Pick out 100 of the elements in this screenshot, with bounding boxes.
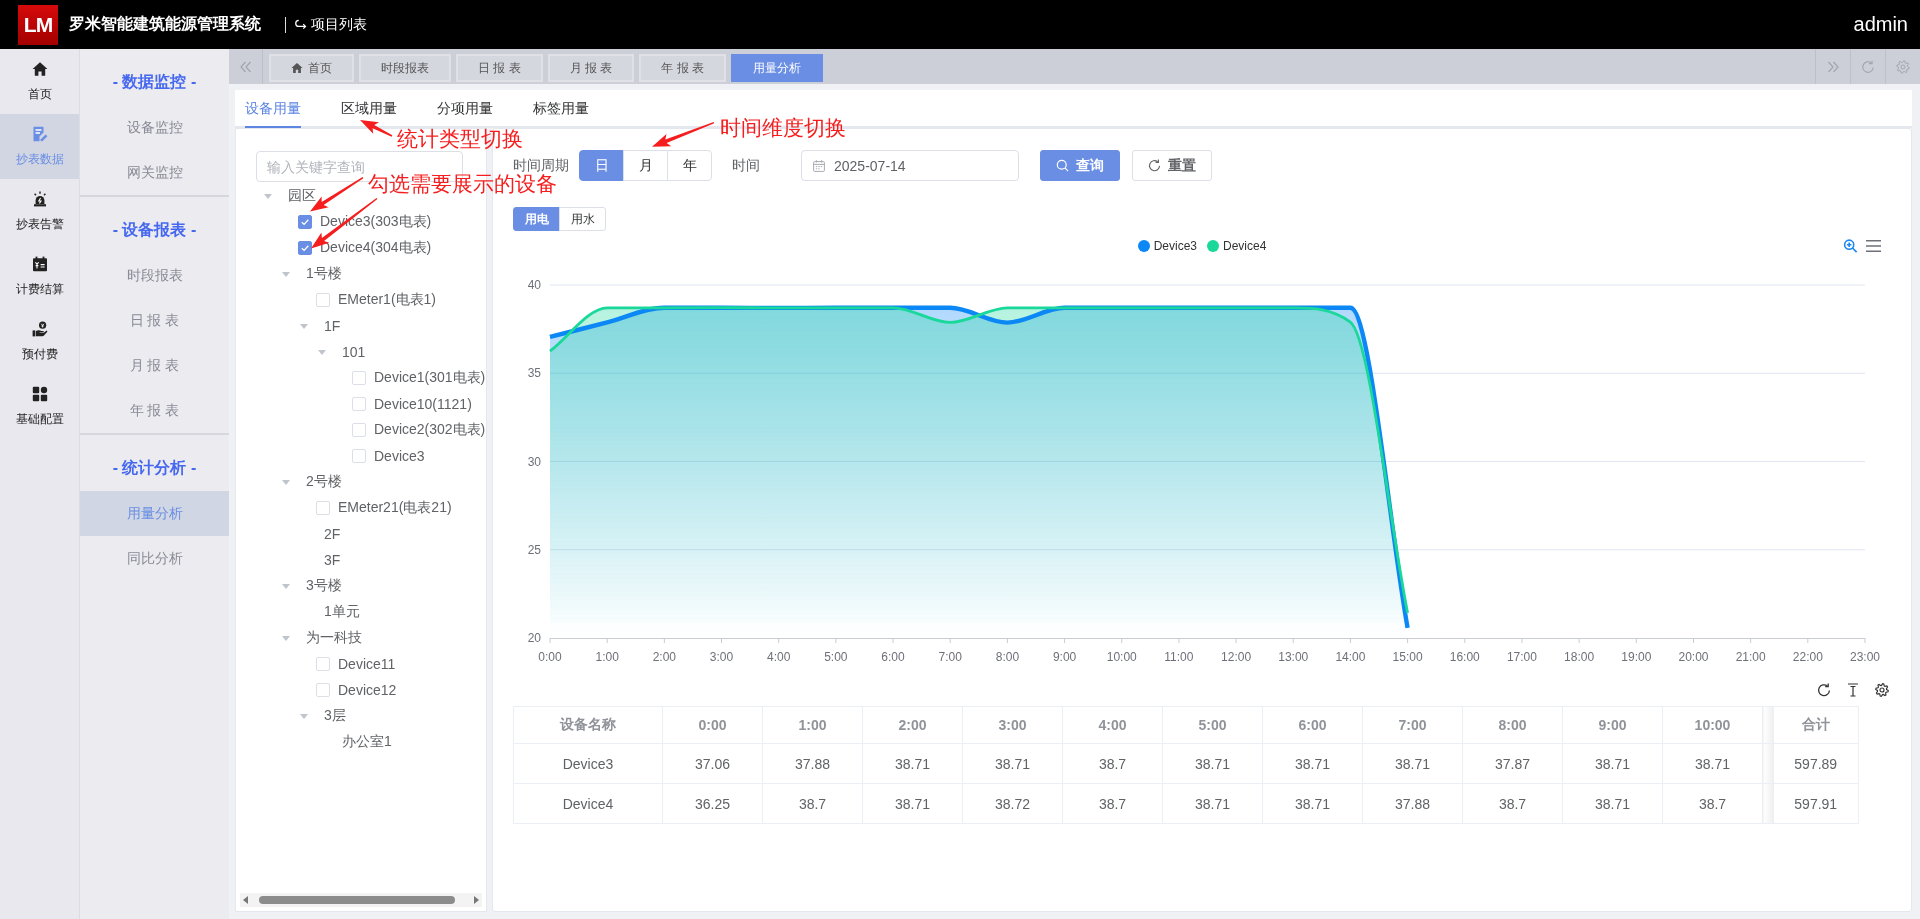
annotation-arrow [652, 122, 715, 147]
tree-node-label[interactable]: EMeter1(电表1) [338, 291, 437, 309]
settings-icon [1896, 59, 1910, 74]
period-option[interactable]: 年 [667, 150, 712, 181]
period-option[interactable]: 月 [623, 150, 668, 181]
axis-label: 16:00 [1449, 650, 1480, 664]
tree-node-label[interactable]: 2F [324, 526, 341, 542]
caret-icon[interactable] [300, 323, 308, 329]
caret-icon[interactable] [282, 271, 290, 277]
table-cell: 38.71 [1662, 743, 1763, 784]
tree-node-label[interactable]: 2号楼 [306, 473, 342, 491]
axis-label: 8:00 [995, 650, 1020, 664]
menu-icon[interactable] [1866, 239, 1881, 253]
logo: LM [18, 4, 58, 45]
nav-item[interactable]: 基础配置 [0, 374, 79, 439]
nav-item[interactable]: 抄表告警 [0, 179, 79, 244]
column-header: 5:00 [1162, 706, 1263, 744]
nav-item[interactable]: 预付费 [0, 309, 79, 374]
caret-icon[interactable] [300, 713, 308, 719]
calendar-icon [813, 159, 825, 172]
axis-label: 4:00 [767, 650, 791, 664]
settings-icon[interactable] [1875, 683, 1889, 697]
nav-item[interactable]: 计费结算 [0, 244, 79, 309]
page-tab[interactable]: 首页 [269, 54, 354, 82]
tree-node-label[interactable]: 园区 [288, 187, 316, 205]
table-cell: 38.71 [1362, 743, 1463, 784]
tab[interactable]: 分项用量 [417, 90, 513, 128]
tree-node-label[interactable]: 3层 [324, 707, 346, 725]
tree-node-label[interactable]: Device3 [374, 448, 425, 464]
tab[interactable]: 设备用量 [235, 90, 321, 128]
chevrons-left-icon [238, 59, 253, 74]
column-header: 4:00 [1062, 706, 1163, 744]
scrollbar-thumb[interactable] [259, 896, 455, 904]
column-header: 设备名称 [513, 706, 663, 744]
tree-node-label[interactable]: Device10(1121) [374, 396, 472, 412]
tree-node-label[interactable]: Device4(304电表) [320, 239, 432, 257]
project-list-link[interactable]: 项目列表 [295, 15, 367, 34]
axis-label: 40 [527, 278, 541, 292]
tab[interactable]: 区域用量 [321, 90, 417, 128]
axis-label: 3:00 [709, 650, 734, 664]
tree-node-label[interactable]: 3F [324, 552, 341, 568]
caret-icon[interactable] [282, 635, 290, 641]
tree-node-label[interactable]: 101 [342, 344, 366, 360]
table-cell: 37.88 [1362, 783, 1463, 824]
page-tab[interactable]: 年 报 表 [639, 54, 726, 82]
scroll-right-arrow-icon[interactable] [474, 896, 479, 904]
column-header: 1:00 [762, 706, 863, 744]
refresh-icon[interactable] [1817, 683, 1831, 697]
tree-node-label[interactable]: 1F [324, 318, 341, 334]
tree-node-label[interactable]: 为一科技 [306, 629, 362, 647]
table-cell: 37.87 [1462, 743, 1563, 784]
axis-label: 19:00 [1621, 650, 1652, 664]
legend-label[interactable]: Device4 [1223, 239, 1267, 253]
axis-label: 13:00 [1278, 650, 1309, 664]
tree-node-label[interactable]: 1号楼 [306, 265, 342, 283]
tree-node-label[interactable]: Device2(302电表) [374, 421, 486, 439]
scroll-left-arrow-icon[interactable] [243, 896, 248, 904]
tree-node-label[interactable]: EMeter21(电表21) [338, 499, 452, 517]
legend-label[interactable]: Device3 [1153, 239, 1197, 253]
tree-node-label[interactable]: 3号楼 [306, 577, 342, 595]
tree-node-label[interactable]: 办公室1 [342, 733, 392, 751]
tree-node-label[interactable]: Device11 [338, 656, 396, 672]
refresh-icon [1861, 59, 1875, 74]
axis-label: 23:00 [1850, 650, 1880, 664]
tree-node-label[interactable]: Device12 [338, 682, 397, 698]
caret-icon[interactable] [282, 479, 290, 485]
annotation-text: 统计类型切换 [397, 128, 523, 150]
energy-type-option[interactable]: 用水 [559, 207, 606, 231]
tree-node-label[interactable]: 1单元 [324, 603, 360, 621]
hand-coin-icon [31, 320, 48, 337]
axis-label: 15:00 [1392, 650, 1423, 664]
table-cell: 37.06 [662, 743, 763, 784]
checkbox[interactable] [298, 215, 312, 229]
caret-icon[interactable] [264, 193, 272, 199]
caret-icon[interactable] [318, 349, 326, 355]
column-header: 3:00 [962, 706, 1063, 744]
axis-label: 0:00 [538, 650, 562, 664]
table-cell: 38.7 [762, 783, 863, 824]
page-tab[interactable]: 月 报 表 [547, 54, 635, 82]
table-cell: 38.71 [1562, 783, 1663, 824]
table-cell: 38.71 [1162, 743, 1263, 784]
date-field[interactable]: 2025-07-14 [801, 150, 1019, 181]
axis-label: 22:00 [1792, 650, 1823, 664]
user-name[interactable]: admin [1853, 13, 1908, 36]
reset-button[interactable]: 重置 [1132, 150, 1212, 181]
refresh-icon [1148, 159, 1161, 172]
caret-icon[interactable] [282, 583, 290, 589]
nav-item[interactable]: 首页 [0, 49, 79, 114]
page-tab[interactable]: 日 报 表 [456, 54, 543, 82]
tab[interactable]: 标签用量 [513, 90, 609, 128]
column-header: 8:00 [1462, 706, 1563, 744]
tree-node-label[interactable]: Device1(301电表) [374, 369, 486, 387]
table-cell: Device4 [513, 783, 663, 824]
axis-label: 11:00 [1164, 650, 1194, 664]
align-top-icon[interactable] [1846, 683, 1860, 697]
checkbox[interactable] [298, 241, 312, 255]
section-heading: - 设备报表 - [112, 221, 197, 238]
page-tab[interactable]: 时段报表 [359, 54, 451, 82]
zoom-in-icon[interactable] [1843, 239, 1858, 253]
axis-label: 17:00 [1506, 650, 1537, 664]
